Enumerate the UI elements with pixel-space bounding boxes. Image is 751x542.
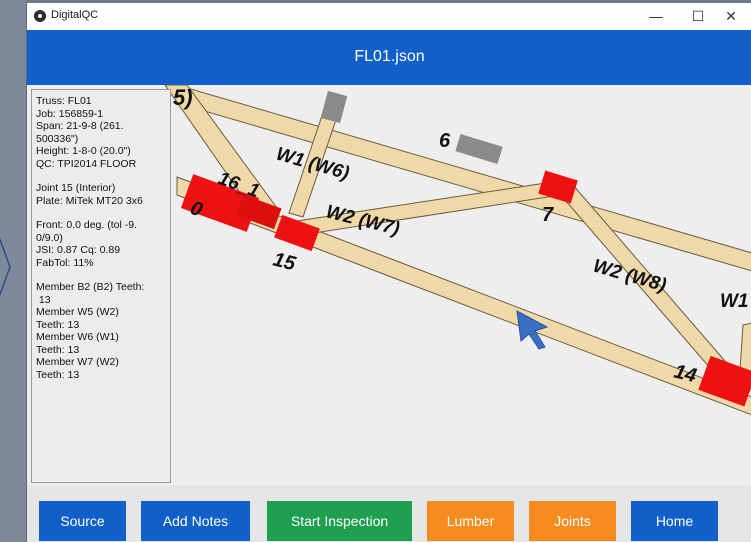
- jsi-value: JSI: 0.87 Cq: 0.89: [36, 244, 121, 256]
- label-w1-right: W1: [720, 291, 749, 312]
- member-b2-line2: 13: [36, 293, 51, 306]
- minimize-button[interactable]: —: [635, 3, 677, 29]
- page-title: FL01.json: [354, 48, 425, 65]
- truss-name: Truss: FL01: [36, 95, 92, 107]
- member-w5-line2: Teeth: 13: [36, 318, 80, 331]
- top-chord[interactable]: [176, 85, 751, 272]
- member-w5-line1: Member W5 (W2): [36, 306, 119, 318]
- app-title: DigitalQC: [51, 9, 99, 21]
- label-w5: 5): [173, 85, 193, 110]
- member-w6-line2: Teeth: 13: [36, 343, 80, 356]
- header-bar: FL01.json: [27, 30, 751, 85]
- desktop-background: [0, 0, 26, 542]
- chevron-right-icon: [0, 237, 11, 297]
- joint-name: Joint 15 (Interior): [36, 182, 116, 194]
- joint-info-panel: Truss: FL01 Job: 156859-1 Span: 21-9-8 (…: [31, 89, 171, 483]
- member-w7-line1: Member W7 (W2): [36, 356, 119, 368]
- qc-standard: QC: TPI2014 FLOOR: [36, 157, 137, 170]
- title-bar: DigitalQC — ☐ ✕: [27, 3, 751, 29]
- source-button[interactable]: Source: [39, 501, 126, 541]
- label-joint-7: 7: [542, 204, 554, 226]
- lumber-button[interactable]: Lumber: [427, 501, 514, 541]
- span-value: Span: 21-9-8 (261.: [36, 120, 124, 132]
- joints-button[interactable]: Joints: [529, 501, 616, 541]
- height-value: Height: 1-8-0 (20.0"): [36, 145, 131, 157]
- front-angle-cont: 0/9.0): [36, 231, 63, 244]
- start-inspection-button[interactable]: Start Inspection: [267, 501, 412, 541]
- fabtol-value: FabTol: 11%: [36, 256, 94, 269]
- plate-joint-6[interactable]: [455, 133, 503, 165]
- bottom-toolbar: Source Add Notes Start Inspection Lumber…: [27, 485, 751, 542]
- job-number: Job: 156859-1: [36, 107, 104, 120]
- app-window: DigitalQC — ☐ ✕ FL01.json 5) W1 (W6) 6 1…: [26, 3, 751, 542]
- member-w7-line2: Teeth: 13: [36, 368, 80, 381]
- front-angle: Front: 0.0 deg. (tol -9.: [36, 219, 137, 231]
- app-logo-icon: [34, 10, 46, 22]
- member-b2-line1: Member B2 (B2) Teeth:: [36, 281, 145, 293]
- plate-gray-top[interactable]: [320, 90, 348, 124]
- plate-type: Plate: MiTek MT20 3x6: [36, 194, 143, 207]
- label-joint-6: 6: [439, 130, 451, 152]
- span-value-cont: 500336"): [36, 132, 79, 145]
- member-w6-line1: Member W6 (W1): [36, 331, 119, 343]
- home-button[interactable]: Home: [631, 501, 718, 541]
- label-joint-15: 15: [271, 249, 299, 276]
- close-button[interactable]: ✕: [710, 3, 751, 29]
- add-notes-button[interactable]: Add Notes: [141, 501, 250, 541]
